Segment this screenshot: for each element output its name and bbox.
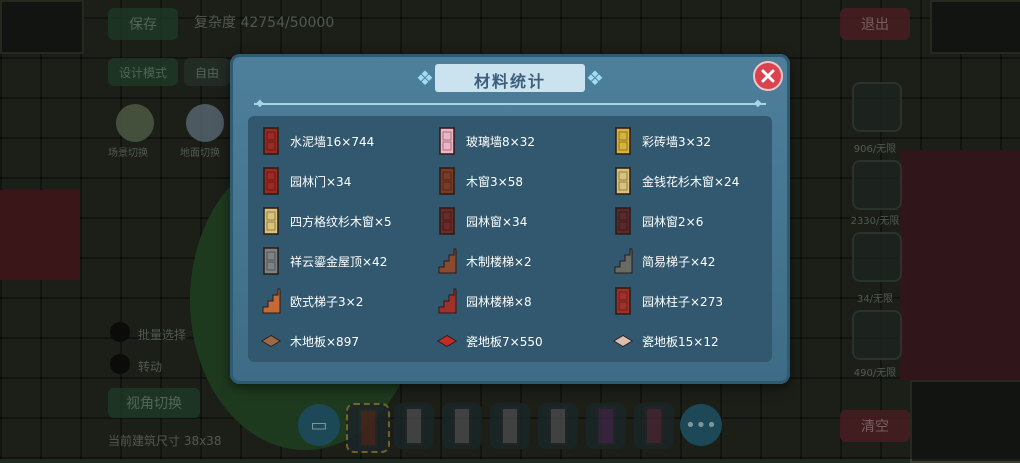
title-divider <box>254 103 766 105</box>
material-item-label: 园林楼梯×8 <box>466 294 532 309</box>
material-item-label: 园林门×34 <box>290 174 352 189</box>
material-item-label: 瓷地板15×12 <box>642 334 719 349</box>
material-item: 园林楼梯×8 <box>436 284 532 318</box>
material-item: 木地板×897 <box>260 324 359 358</box>
material-item-label: 瓷地板7×550 <box>466 334 543 349</box>
material-item-label: 金钱花杉木窗×24 <box>642 174 740 189</box>
divider-ornament-icon: ◆ <box>754 98 762 109</box>
material-item: 玻璃墙8×32 <box>436 124 535 158</box>
material-item: 园林窗2×6 <box>612 204 703 238</box>
simple-ladder-icon <box>612 247 634 275</box>
material-item-label: 四方格纹杉木窗×5 <box>290 214 392 229</box>
material-item-label: 彩砖墙3×32 <box>642 134 711 149</box>
close-button[interactable] <box>753 61 783 91</box>
dialog-title: 材料统计 <box>473 72 546 91</box>
material-item-label: 玻璃墙8×32 <box>466 134 535 149</box>
wood-floor-icon <box>260 327 282 355</box>
material-grid: 水泥墙16×744 玻璃墙8×32 彩砖墙3×32 园林门×34 木窗3×58 金钱花杉木… <box>248 116 772 362</box>
wood-window-icon <box>436 167 458 195</box>
divider-ornament-icon: ◆ <box>256 98 264 109</box>
material-item: 园林柱子×273 <box>612 284 723 318</box>
material-item: 彩砖墙3×32 <box>612 124 711 158</box>
garden-door-icon <box>260 167 282 195</box>
material-item: 瓷地板15×12 <box>612 324 719 358</box>
garden-pillar-icon <box>612 287 634 315</box>
material-item: 瓷地板7×550 <box>436 324 543 358</box>
material-item-label: 木窗3×58 <box>466 174 523 189</box>
tile-floor-icon <box>436 327 458 355</box>
golden-roof-icon <box>260 247 282 275</box>
material-stats-dialog: ❖ ❖ 材料统计 ◆ ◆ 水泥墙16×744 玻璃墙8×32 彩砖墙3×32 园林门×… <box>230 54 790 384</box>
color-brick-wall-icon <box>612 127 634 155</box>
material-item-label: 园林柱子×273 <box>642 294 723 309</box>
cement-wall-icon <box>260 127 282 155</box>
material-item-label: 水泥墙16×744 <box>290 134 375 149</box>
wood-stairs-icon <box>436 247 458 275</box>
material-item-label: 园林窗×34 <box>466 214 528 229</box>
material-item: 金钱花杉木窗×24 <box>612 164 739 198</box>
fir-window-icon <box>612 167 634 195</box>
material-item: 水泥墙16×744 <box>260 124 374 158</box>
material-item: 欧式梯子3×2 <box>260 284 363 318</box>
material-item-label: 祥云鎏金屋顶×42 <box>290 254 388 269</box>
close-icon <box>761 69 775 83</box>
material-item: 园林窗×34 <box>436 204 527 238</box>
material-item-label: 欧式梯子3×2 <box>290 294 364 309</box>
material-list-panel: 水泥墙16×744 玻璃墙8×32 彩砖墙3×32 园林门×34 木窗3×58 金钱花杉木… <box>248 116 772 362</box>
material-item: 园林门×34 <box>260 164 351 198</box>
material-item-label: 园林窗2×6 <box>642 214 704 229</box>
garden-window-2-icon <box>612 207 634 235</box>
material-item-label: 木地板×897 <box>290 334 359 349</box>
lattice-window-icon <box>260 207 282 235</box>
material-item-label: 简易梯子×42 <box>642 254 716 269</box>
material-item: 祥云鎏金屋顶×42 <box>260 244 387 278</box>
glass-wall-icon <box>436 127 458 155</box>
garden-window-icon <box>436 207 458 235</box>
title-banner: ❖ ❖ 材料统计 <box>413 64 607 92</box>
material-item: 木窗3×58 <box>436 164 523 198</box>
euro-ladder-icon <box>260 287 282 315</box>
material-item: 四方格纹杉木窗×5 <box>260 204 392 238</box>
garden-stairs-icon <box>436 287 458 315</box>
material-item: 木制楼梯×2 <box>436 244 532 278</box>
tile-floor-2-icon <box>612 327 634 355</box>
material-item: 简易梯子×42 <box>612 244 715 278</box>
material-item-label: 木制楼梯×2 <box>466 254 532 269</box>
